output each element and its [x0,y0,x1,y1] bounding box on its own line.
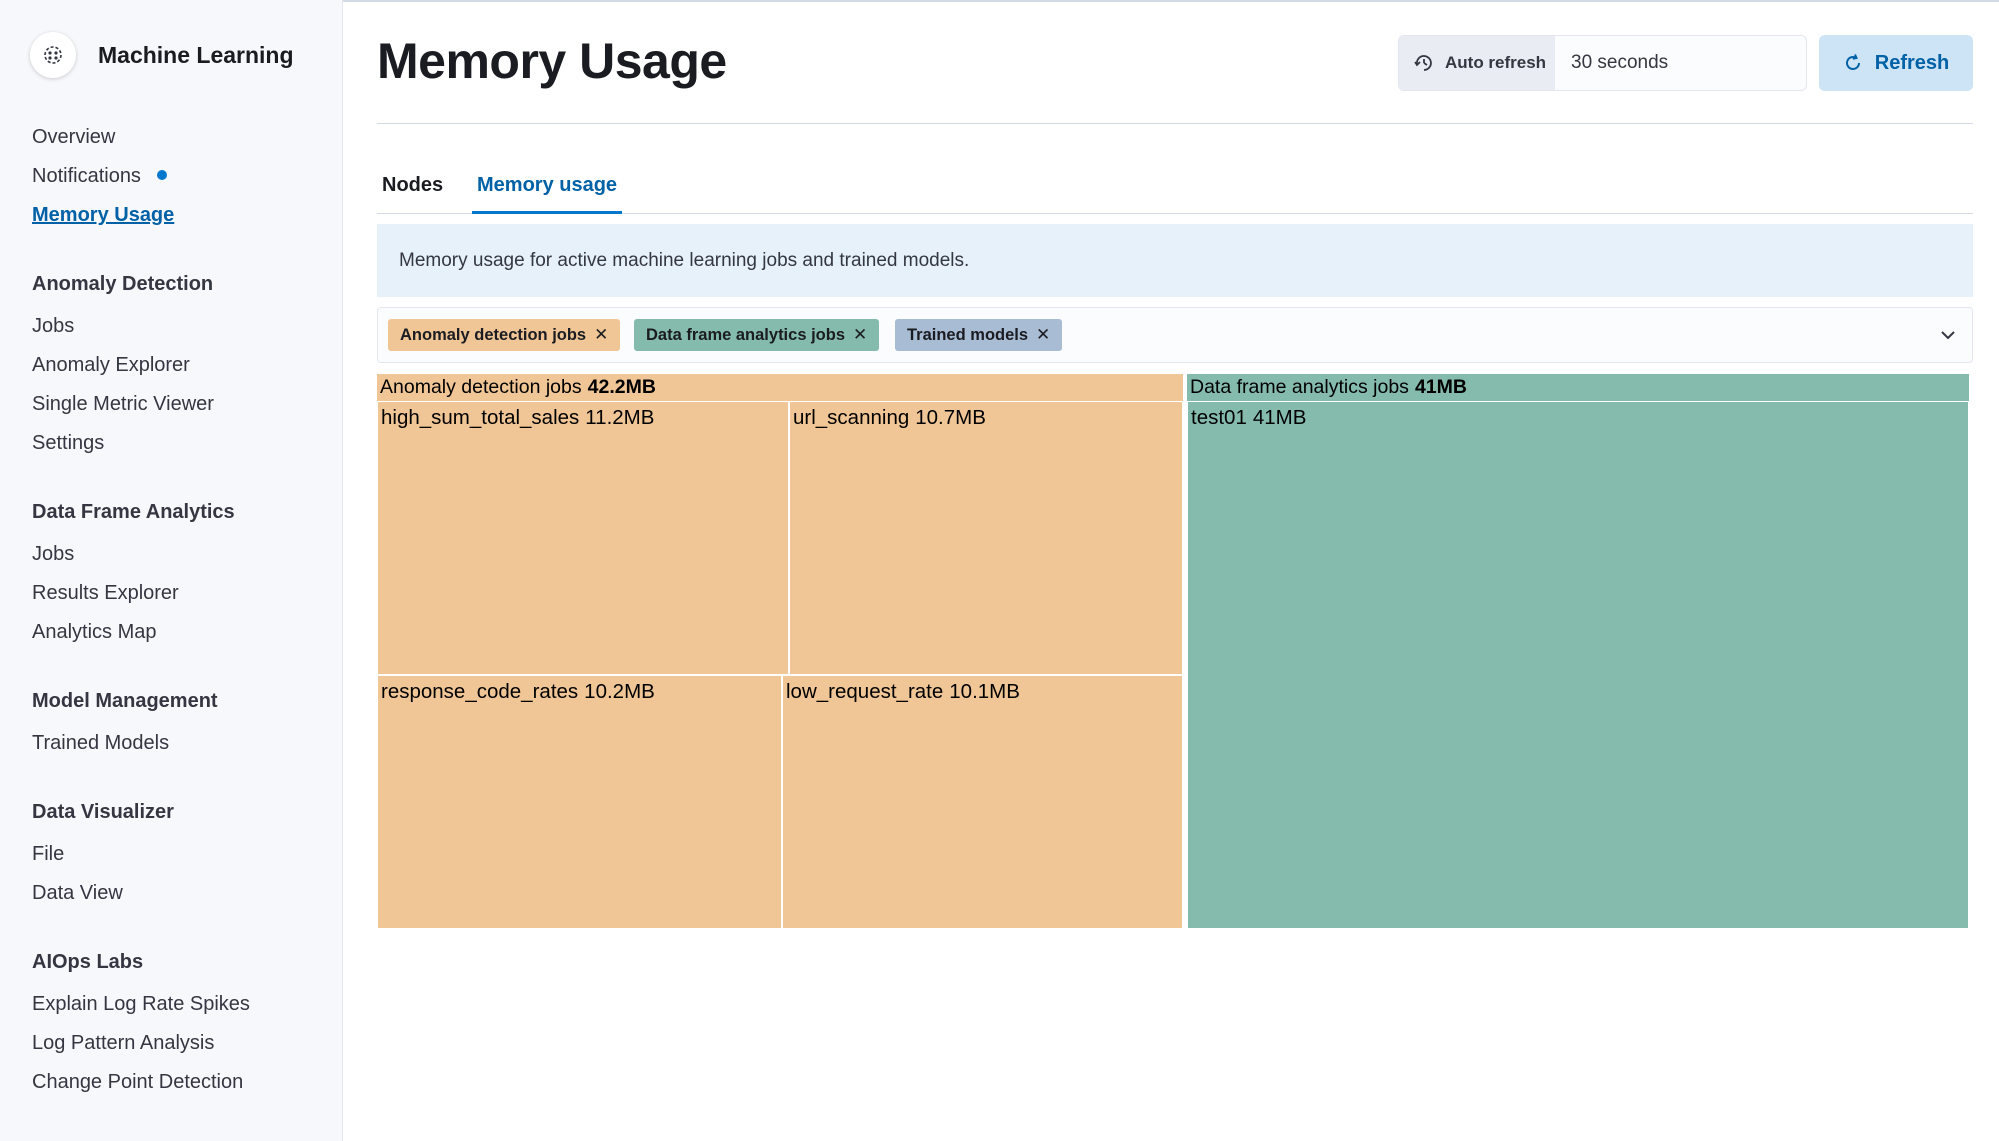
treemap-group-name: Data frame analytics jobs [1190,376,1409,398]
treemap-group-total: 41MB [1414,376,1467,398]
refresh-icon [1845,54,1860,70]
filter-chip-label: Anomaly detection jobs [400,325,587,344]
sidebar-item-ad-jobs[interactable]: Jobs [32,315,74,338]
treemap-cell-value: 10.7MB [915,406,986,429]
tab-memory-usage[interactable]: Memory usage [472,174,623,214]
remove-filter-icon[interactable]: ✕ [1036,325,1050,345]
treemap-cell[interactable]: test01 41MB [1187,401,1969,929]
sidebar-item-analytics-map[interactable]: Analytics Map [32,621,157,644]
treemap-cell-value: 10.1MB [949,680,1020,703]
sidebar-item-memory-usage[interactable]: Memory Usage [32,204,174,227]
refresh-button[interactable]: Refresh [1819,35,1973,91]
treemap-cell[interactable]: url_scanning 10.7MB [789,401,1183,675]
sidebar-heading-aiops-labs: AIOps Labs [32,951,144,973]
sidebar-heading-data-frame-analytics: Data Frame Analytics [32,501,235,523]
treemap-cell-value: 11.2MB [585,406,655,429]
sidebar-item-change-point-detection[interactable]: Change Point Detection [32,1071,243,1094]
filter-chip-label: Trained models [907,325,1029,344]
treemap-group-label: Data frame analytics jobs 41MB [1187,374,1467,401]
app-title: Machine Learning [98,41,294,68]
sidebar-item-single-metric-viewer[interactable]: Single Metric Viewer [32,393,214,416]
refresh-interval-select[interactable]: 30 seconds [1555,36,1806,90]
remove-filter-icon[interactable]: ✕ [594,325,608,345]
sidebar-item-notifications[interactable]: Notifications [32,165,167,188]
notification-dot-icon [156,169,167,180]
type-filter-combobox[interactable]: Anomaly detection jobs ✕ Data frame anal… [377,307,1973,363]
sidebar-item-trained-models[interactable]: Trained Models [32,732,169,755]
sidebar-heading-anomaly-detection: Anomaly Detection [32,273,214,295]
tab-nodes[interactable]: Nodes [377,174,448,214]
sidebar-heading-data-visualizer: Data Visualizer [32,801,174,823]
sidebar-item-explain-log-rate-spikes[interactable]: Explain Log Rate Spikes [32,993,250,1016]
header-divider [377,123,1973,124]
sidebar-item-label: Notifications [32,165,141,187]
machine-learning-logo-icon [30,32,76,78]
sidebar-item-anomaly-explorer[interactable]: Anomaly Explorer [32,354,190,377]
treemap-cell-name: url_scanning [793,406,910,429]
treemap-group-label: Anomaly detection jobs 42.2MB [377,374,656,401]
filter-chip-label: Data frame analytics jobs [646,325,845,344]
auto-refresh-label: Auto refresh [1445,53,1547,72]
treemap-cell-name: high_sum_total_sales [381,406,580,429]
brand[interactable]: Machine Learning [30,32,294,78]
sidebar-item-data-view[interactable]: Data View [32,882,123,905]
sidebar-item-overview[interactable]: Overview [32,126,115,149]
chevron-down-icon[interactable] [1938,325,1958,345]
refresh-label: Refresh [1874,51,1950,74]
sidebar-heading-model-management: Model Management [32,690,218,712]
filter-chip-trained-models: Trained models ✕ [895,319,1063,351]
auto-refresh-icon [1414,55,1432,71]
treemap-cell[interactable]: high_sum_total_sales 11.2MB [377,401,789,675]
treemap-cell-value: 10.2MB [584,680,655,703]
auto-refresh-toggle[interactable]: Auto refresh [1399,36,1555,90]
sidebar-item-settings[interactable]: Settings [32,432,104,455]
sidebar: Machine Learning Overview Notifications … [0,0,343,1141]
treemap-group-name: Anomaly detection jobs [380,376,582,398]
sidebar-item-dfa-jobs[interactable]: Jobs [32,543,74,566]
treemap-group[interactable]: Anomaly detection jobs 42.2MB high_sum_tot… [377,374,1183,929]
filter-chip-anomaly-detection: Anomaly detection jobs ✕ [388,319,621,351]
treemap-cell-value: 41MB [1252,406,1307,429]
treemap-group-total: 42.2MB [587,376,656,398]
treemap-cell[interactable]: response_code_rates 10.2MB [377,675,782,929]
auto-refresh-control: Auto refresh 30 seconds [1398,35,1807,91]
treemap-cell[interactable]: low_request_rate 10.1MB [782,675,1183,929]
remove-filter-icon[interactable]: ✕ [853,325,867,345]
sidebar-item-log-pattern-analysis[interactable]: Log Pattern Analysis [32,1032,214,1055]
filter-chip-data-frame-analytics: Data frame analytics jobs ✕ [634,319,880,351]
memory-treemap: Anomaly detection jobs 42.2MB high_sum_tot… [377,374,1973,929]
tab-bar: Nodes Memory usage [377,166,1973,214]
treemap-cell-name: test01 [1191,406,1247,429]
page-title: Memory Usage [377,33,727,89]
treemap-group[interactable]: Data frame analytics jobs 41MB test01 41MB [1187,374,1969,929]
sidebar-item-results-explorer[interactable]: Results Explorer [32,582,179,605]
treemap-cell-name: response_code_rates [381,680,579,703]
treemap-cell-name: low_request_rate [786,680,944,703]
sidebar-item-file[interactable]: File [32,843,64,866]
info-callout: Memory usage for active machine learning… [377,224,1973,297]
